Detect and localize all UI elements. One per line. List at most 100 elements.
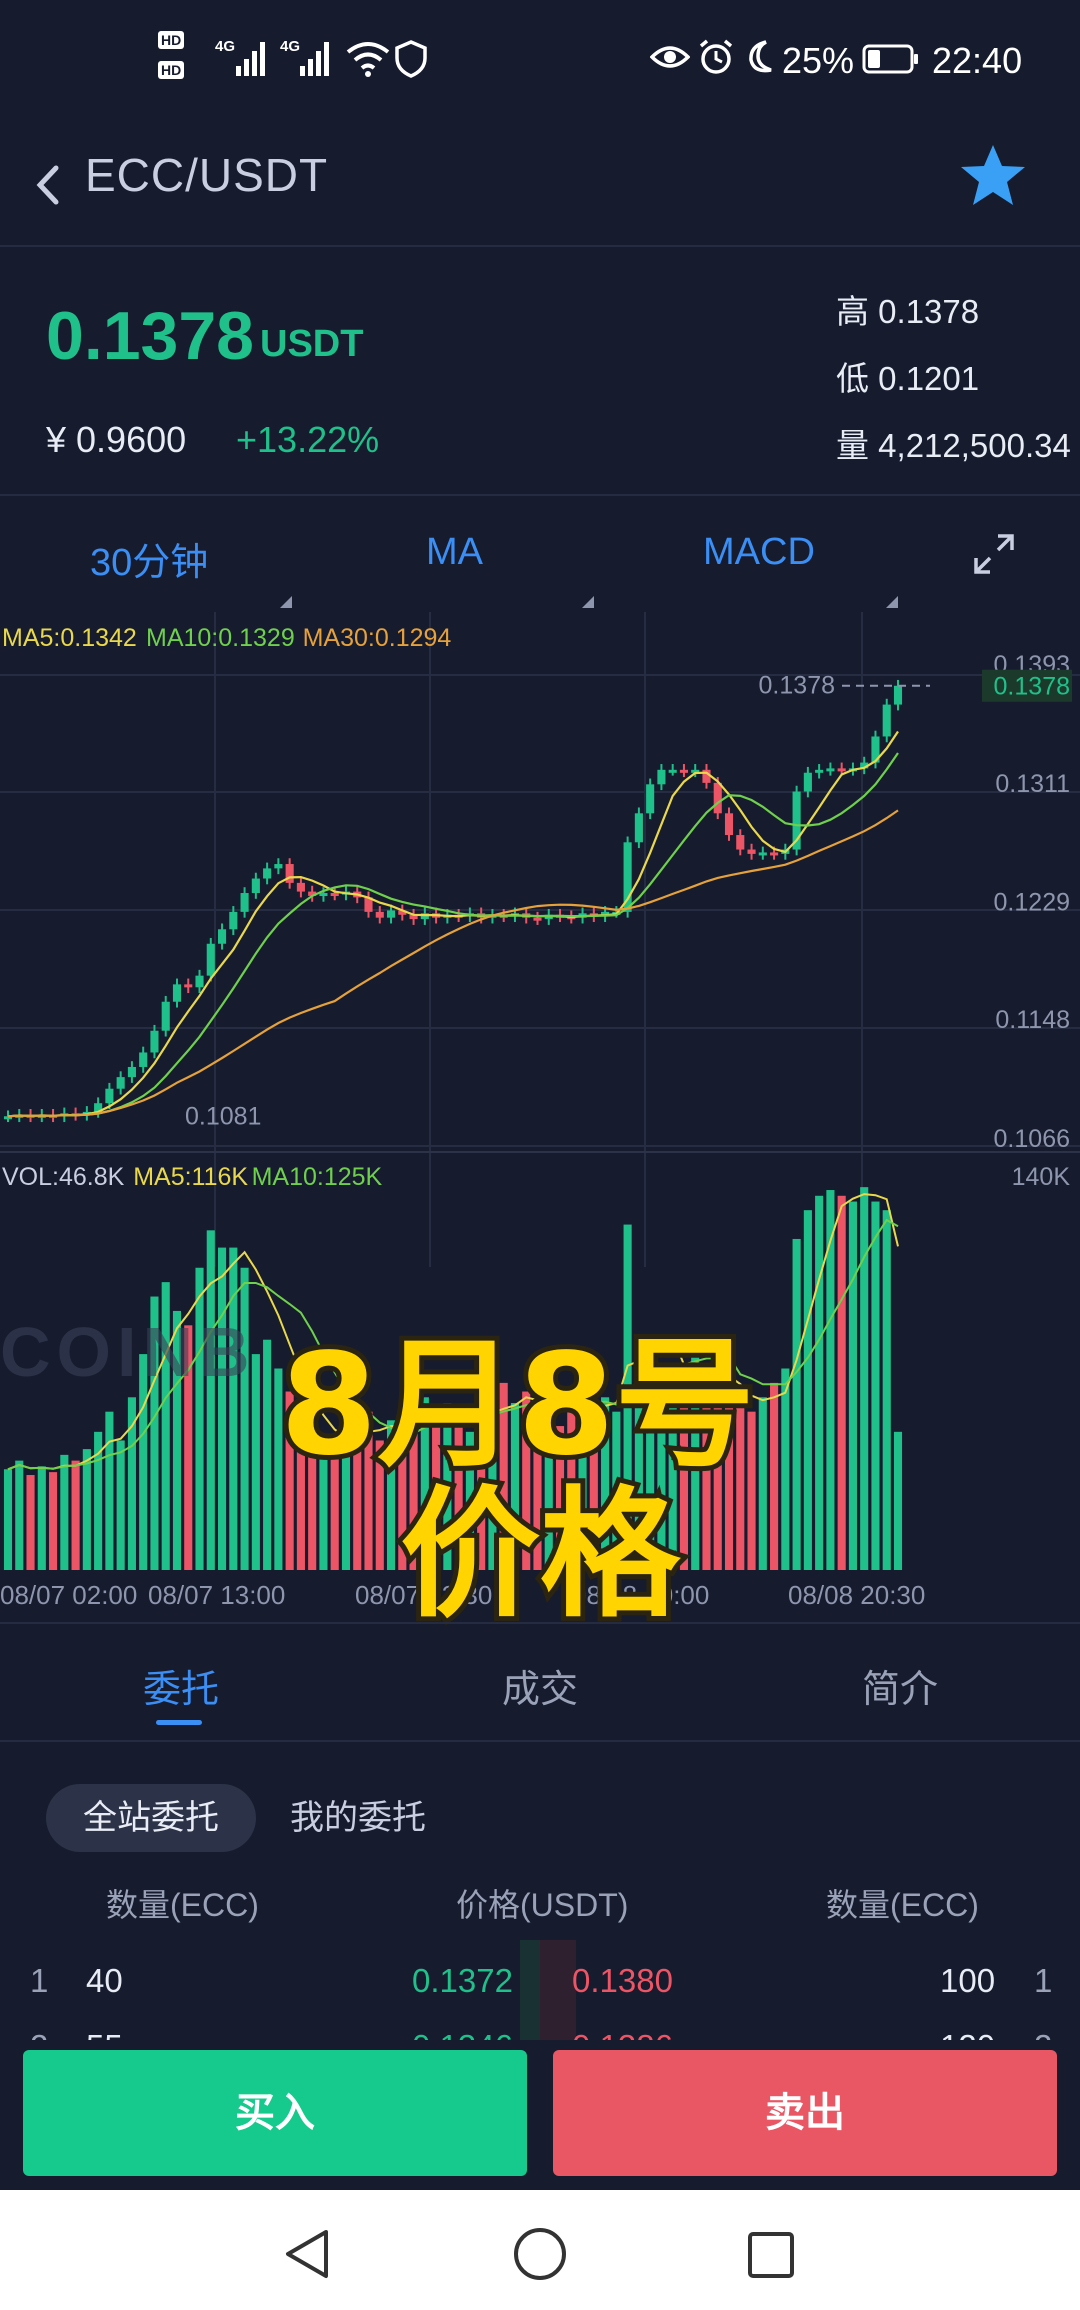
candle-body xyxy=(386,910,396,918)
volume-bar xyxy=(217,1247,227,1570)
candle-body xyxy=(274,864,283,869)
shield-icon xyxy=(395,40,427,78)
candle-body xyxy=(713,782,722,814)
candle-body xyxy=(195,975,204,988)
ask-price[interactable]: 0.1380 xyxy=(572,1962,673,2000)
candle-body xyxy=(634,813,643,843)
main-indicator-selector[interactable]: MA xyxy=(426,531,483,574)
back-arrow-icon[interactable] xyxy=(28,160,68,210)
candle-body xyxy=(893,685,903,705)
low-label: 低 xyxy=(836,360,869,397)
candle-body xyxy=(206,943,215,976)
volume-legend-item: MA5:116K xyxy=(133,1163,248,1191)
bid-qty-header: 数量(ECC) xyxy=(106,1887,259,1923)
tab-orders[interactable]: 委托 xyxy=(143,1658,219,1713)
candle-body xyxy=(646,784,655,814)
ticker-summary: 0.1378 USDT ¥ 0.9600 +13.22% 高 0.1378 低 … xyxy=(0,247,1080,496)
y-axis-tick: 0.1066 xyxy=(994,1125,1070,1153)
main-indicator-dropdown-icon xyxy=(582,596,594,608)
y-axis-tick: 0.1229 xyxy=(994,889,1070,917)
candle-body xyxy=(668,769,677,773)
volume-bar xyxy=(26,1475,35,1570)
ma-legend-item: MA5:0.1342 xyxy=(2,624,137,652)
volume-stat: 量 4,212,500.34 xyxy=(836,419,1071,467)
alarm-icon xyxy=(699,39,733,74)
kline-chart[interactable]: MA5:0.1342 MA10:0.1329 MA30:0.1294 0.1393 0.… xyxy=(0,612,1080,1642)
change-percent: +13.22% xyxy=(236,419,380,460)
candle-body xyxy=(319,893,328,897)
nav-recents-icon[interactable] xyxy=(746,2230,796,2280)
sell-button[interactable]: 卖出 xyxy=(553,2050,1057,2176)
pair-title: ECC/USDT xyxy=(85,149,329,201)
candle-body xyxy=(724,813,734,836)
candle-body xyxy=(127,1066,136,1078)
volume-legend-item: VOL:46.8K xyxy=(2,1163,125,1191)
buy-button[interactable]: 买入 xyxy=(23,2050,527,2176)
tab-intro[interactable]: 简介 xyxy=(862,1658,938,1713)
row-index: 2 xyxy=(30,2028,48,2040)
x-axis-label: 08/08 20:30 xyxy=(788,1580,925,1610)
ask-qty: 100 xyxy=(940,1962,996,1999)
ask-price[interactable]: 0.1386 xyxy=(572,2028,673,2040)
nav-back-icon[interactable] xyxy=(282,2228,332,2280)
y-axis-tick: 0.1148 xyxy=(995,1006,1070,1034)
volume-bar xyxy=(3,1469,13,1570)
last-price-tag: 0.1378 xyxy=(994,673,1070,701)
bid-price[interactable]: 0.1372 xyxy=(412,1962,513,2000)
chart-toolbar: 30分钟 MA MACD xyxy=(0,496,1080,611)
fullscreen-icon[interactable] xyxy=(972,532,1016,576)
candle-body xyxy=(837,768,846,772)
system-nav-bar xyxy=(0,2190,1080,2310)
price-header: 价格(USDT) xyxy=(456,1887,629,1923)
volume-max-label: 140K xyxy=(1012,1163,1071,1191)
low-stat: 低 0.1201 xyxy=(836,352,979,400)
status-bar: HD HD 4G 4G 25% 22:40 xyxy=(0,0,1080,120)
x-axis-label: 08/07 02:00 xyxy=(0,1580,137,1610)
candle-body xyxy=(263,868,272,879)
candle-body xyxy=(251,878,260,894)
row-index-right: 2 xyxy=(1034,2028,1052,2040)
candle-body xyxy=(150,1030,159,1053)
candle-body xyxy=(116,1077,125,1089)
bid-price[interactable]: 0.1346 xyxy=(412,2028,513,2040)
clock-time: 22:40 xyxy=(932,40,1023,81)
candle-body xyxy=(533,917,542,921)
volume-bar xyxy=(82,1449,91,1570)
row-index: 1 xyxy=(30,1962,49,1999)
my-orders-toggle[interactable]: 我的委托 xyxy=(290,1784,426,1852)
volume-bar xyxy=(758,1397,767,1570)
last-price: 0.1378 xyxy=(46,298,254,374)
all-orders-toggle[interactable]: 全站委托 xyxy=(46,1784,256,1852)
candle-body xyxy=(217,929,227,944)
sub-indicator-selector[interactable]: MACD xyxy=(703,531,815,574)
candle-body xyxy=(161,1001,170,1031)
interval-dropdown-icon xyxy=(280,596,292,608)
nav-home-icon[interactable] xyxy=(512,2226,568,2282)
tab-trades[interactable]: 成交 xyxy=(502,1658,578,1713)
sim1-type: 4G xyxy=(215,38,236,55)
header-bar: ECC/USDT xyxy=(0,120,1080,247)
volume-bar xyxy=(37,1466,46,1570)
volume-bar xyxy=(71,1460,80,1570)
candle-body xyxy=(882,704,891,737)
high-stat: 高 0.1378 xyxy=(836,285,979,333)
wifi-icon xyxy=(346,42,390,77)
volume-legend-item: MA10:125K xyxy=(252,1163,383,1191)
interval-selector[interactable]: 30分钟 xyxy=(90,531,208,586)
low-price-marker: 0.1081 xyxy=(185,1102,261,1130)
active-tab-indicator xyxy=(156,1720,202,1725)
overlay-price-text: 价格 xyxy=(395,1469,685,1642)
low-value: 0.1201 xyxy=(878,360,980,397)
favorite-star-icon[interactable] xyxy=(958,140,1028,210)
volume-bar xyxy=(893,1431,903,1570)
bid-qty: 40 xyxy=(86,1962,123,1999)
volume-bar xyxy=(15,1460,24,1570)
high-label: 高 xyxy=(836,293,869,330)
candle-body xyxy=(758,852,767,856)
volume-bar xyxy=(105,1411,114,1570)
ask-qty: 120 xyxy=(940,2028,995,2040)
order-book: 全站委托 我的委托 数量(ECC) 价格(USDT) 数量(ECC) 1 40 … xyxy=(0,1740,1080,2040)
candle-body xyxy=(770,852,779,856)
candle-body xyxy=(736,835,745,850)
candle-body xyxy=(803,772,812,792)
